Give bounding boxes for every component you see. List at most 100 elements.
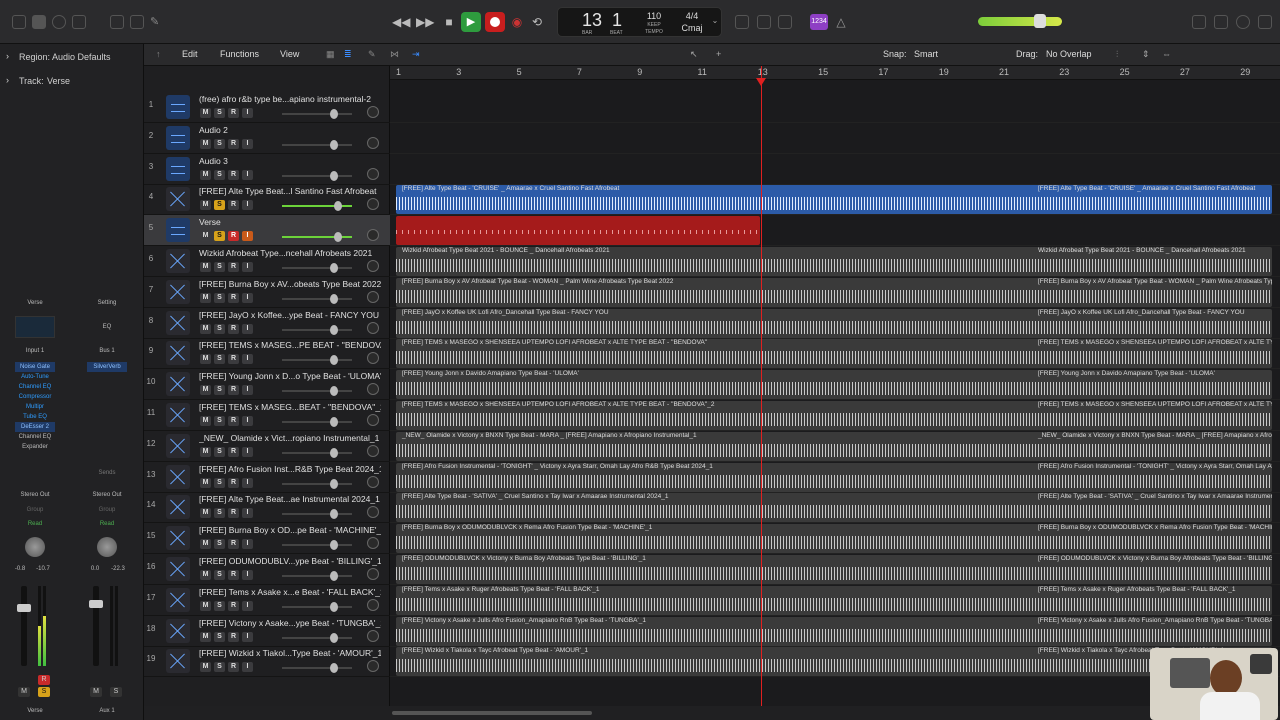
track-lane[interactable]: [FREE] Alte Type Beat - 'CRUISE' _ Amaar… (390, 184, 1280, 216)
track-volume-slider[interactable] (282, 513, 352, 516)
record-enable-button[interactable]: R (228, 323, 239, 334)
input-monitor-button[interactable]: I (242, 138, 253, 149)
track-header[interactable]: 4 [FREE] Alte Type Beat...l Santino Fast … (144, 184, 390, 216)
strip2-sends[interactable]: Sends (87, 470, 127, 476)
record-enable-button[interactable]: R (228, 169, 239, 180)
mute-button[interactable]: M (200, 446, 211, 457)
track-volume-slider[interactable] (282, 667, 352, 670)
audio-region[interactable]: [FREE] Burna Boy x AV Afrobeat Type Beat… (396, 277, 1272, 307)
pan-knob[interactable] (367, 383, 379, 396)
playhead[interactable] (761, 66, 762, 706)
solo-button[interactable]: S (214, 262, 225, 272)
track-lane[interactable] (390, 92, 1280, 123)
volume-slider-cap[interactable] (330, 293, 338, 304)
waveform-icon[interactable] (166, 156, 190, 181)
track-name[interactable]: Audio 2 (199, 125, 381, 135)
track-header[interactable]: 5 Verse M S R I (144, 215, 390, 247)
track-name[interactable]: Wizkid Afrobeat Type...ncehall Afrobeats… (199, 248, 381, 258)
tracks-area[interactable]: [FREE] Alte Type Beat - 'CRUISE' _ Amaar… (390, 80, 1280, 706)
mute-button[interactable]: M (200, 662, 211, 673)
pan-knob[interactable] (367, 106, 379, 118)
strip1-fader-cap[interactable] (17, 604, 31, 612)
cross-icon[interactable] (166, 526, 190, 551)
audio-region[interactable]: [FREE] Afro Fusion Instrumental - 'TONIG… (396, 462, 1272, 492)
cross-icon[interactable] (166, 557, 190, 581)
audio-region[interactable]: [FREE] TEMS x MASEGO x SHENSEEA UPTEMPO … (396, 339, 1272, 369)
track-lane[interactable]: [FREE] Victony x Asake x Julls Afro Fusi… (390, 616, 1280, 647)
record-enable-button[interactable]: R (228, 631, 239, 642)
track-header[interactable]: 14 [FREE] Alte Type Beat...ae Instrumenta… (144, 492, 390, 524)
cross-icon[interactable] (166, 587, 190, 612)
volume-slider-cap[interactable] (330, 170, 338, 181)
mute-button[interactable]: M (200, 416, 211, 426)
track-volume-slider[interactable] (282, 605, 352, 608)
audio-region[interactable]: [FREE] Alte Type Beat - 'SATIVA' _ Cruel… (396, 493, 1272, 523)
strip2-mute-button[interactable]: M (90, 687, 102, 697)
pan-knob[interactable] (367, 444, 379, 457)
track-lane[interactable]: _NEW_ Olamide x Victony x BNXN Type Beat… (390, 431, 1280, 462)
track-lane[interactable] (390, 123, 1280, 154)
cycle-icon[interactable]: ⟲ (528, 13, 546, 31)
plugin-slot[interactable]: DeEsser 2 (15, 422, 55, 432)
mute-button[interactable]: M (200, 508, 211, 519)
solo-button[interactable]: S (214, 416, 225, 426)
strip2-setting[interactable]: Setting (87, 300, 127, 306)
plugin-slot[interactable]: Multipr (15, 402, 55, 412)
record-enable-button[interactable]: R (228, 385, 239, 396)
pan-knob[interactable] (367, 352, 379, 365)
volume-slider-cap[interactable] (330, 478, 338, 489)
solo-button[interactable]: S (214, 138, 225, 149)
list-editors-icon[interactable] (1192, 15, 1206, 29)
editors-icon[interactable]: ✎ (150, 15, 164, 29)
solo-button[interactable]: S (214, 292, 225, 303)
vertical-zoom-icon[interactable]: ⇕ (1142, 49, 1150, 60)
solo-button[interactable]: S (214, 200, 225, 211)
flex-icon[interactable]: ⋈ (390, 49, 399, 60)
track-name[interactable]: [FREE] Afro Fusion Inst...R&B Type Beat … (199, 464, 381, 474)
pan-knob[interactable] (367, 260, 379, 272)
track-lane[interactable]: [FREE] TEMS x MASEGO x SHENSEEA UPTEMPO … (390, 338, 1280, 370)
mute-button[interactable]: M (200, 354, 211, 365)
volume-slider-cap[interactable] (330, 509, 338, 520)
record-enable-button[interactable]: R (228, 354, 239, 365)
track-header[interactable]: 18 [FREE] Victony x Asake...ype Beat - 'T… (144, 616, 390, 647)
strip2-bus[interactable]: Bus 1 (87, 348, 127, 354)
track-volume-slider[interactable] (282, 113, 352, 115)
track-volume-slider[interactable] (282, 328, 352, 331)
record-enable-button[interactable]: R (228, 446, 239, 457)
pan-knob[interactable] (367, 167, 379, 180)
track-header[interactable]: 13 [FREE] Afro Fusion Inst...R&B Type Bea… (144, 462, 390, 493)
input-monitor-button[interactable]: I (242, 477, 253, 488)
volume-slider-cap[interactable] (330, 447, 338, 458)
mute-button[interactable]: M (200, 477, 211, 488)
input-monitor-button[interactable]: I (242, 416, 253, 426)
record-enable-button[interactable]: R (228, 231, 239, 242)
list-view-icon[interactable]: ≣ (344, 49, 352, 60)
audio-region[interactable]: [FREE] JayO x Koffee UK Lofi Afro_Danceh… (396, 308, 1272, 338)
audio-region[interactable]: [FREE] TEMS x MASEGO x SHENSEEA UPTEMPO … (396, 401, 1272, 430)
volume-slider-cap[interactable] (330, 663, 338, 674)
audio-region[interactable]: _NEW_ Olamide x Victony x BNXN Type Beat… (396, 431, 1272, 461)
plugin-slot[interactable]: Compressor (15, 392, 55, 402)
back-icon[interactable]: ↑ (156, 49, 161, 59)
tuner-icon[interactable] (735, 15, 749, 29)
track-lane[interactable] (390, 215, 1280, 247)
strip1-fader[interactable] (21, 586, 27, 666)
input-monitor-button[interactable]: I (242, 600, 253, 611)
solo-button[interactable]: S (214, 108, 225, 118)
grid-view-icon[interactable]: ▦ (326, 49, 335, 60)
input-monitor-button[interactable]: I (242, 231, 253, 242)
chevron-right-icon[interactable]: › (6, 75, 9, 85)
mute-button[interactable]: M (200, 200, 211, 211)
mute-button[interactable]: M (200, 539, 211, 550)
record-enable-button[interactable]: R (228, 292, 239, 303)
rewind-icon[interactable]: ◀◀ (392, 13, 410, 31)
mute-button[interactable]: M (200, 323, 211, 334)
loop-browser-icon[interactable] (1236, 15, 1250, 29)
mute-button[interactable]: M (200, 292, 211, 303)
stop-icon[interactable]: ■ (440, 13, 458, 31)
region-inspector-label[interactable]: Region: Audio Defaults (19, 52, 111, 62)
track-volume-slider[interactable] (282, 451, 352, 454)
track-name[interactable]: [FREE] TEMS x MASEG...BEAT - ''BENDOVA''… (199, 402, 381, 412)
cross-icon[interactable] (166, 372, 190, 397)
